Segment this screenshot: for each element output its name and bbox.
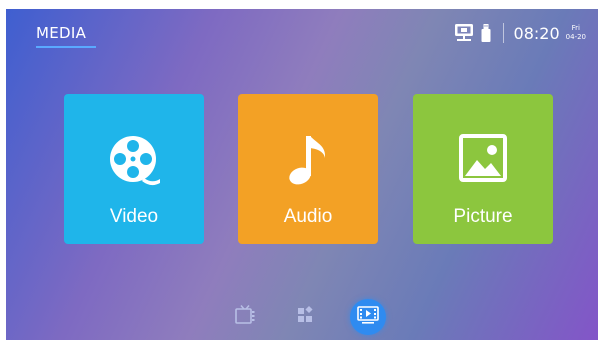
audio-tile[interactable]: Audio xyxy=(238,94,378,244)
clock-date-value: 04-20 xyxy=(565,33,586,41)
tv-icon xyxy=(234,304,256,330)
film-reel-icon xyxy=(64,132,204,188)
picture-tile[interactable]: Picture xyxy=(413,94,553,244)
image-icon xyxy=(413,132,553,188)
video-label: Video xyxy=(109,206,159,227)
video-tile[interactable]: Video xyxy=(64,94,204,244)
nav-item-tv[interactable] xyxy=(227,299,263,335)
bottom-nav xyxy=(6,299,598,339)
clock-time: 08:20 xyxy=(513,23,560,43)
status-divider xyxy=(502,23,504,43)
nav-item-media[interactable] xyxy=(350,299,386,335)
apps-icon xyxy=(296,305,316,329)
tab-underline xyxy=(36,46,96,48)
clock-day: Fri xyxy=(571,24,580,32)
picture-label: Picture xyxy=(453,206,513,227)
music-note-icon xyxy=(238,132,378,188)
status-bar: 08:20 Fri 04-20 xyxy=(454,19,586,47)
clock-date: Fri 04-20 xyxy=(566,24,586,42)
tab-media[interactable]: MEDIA xyxy=(36,24,86,42)
media-icon xyxy=(357,305,379,329)
network-icon xyxy=(454,23,474,43)
audio-label: Audio xyxy=(283,206,333,227)
usb-icon xyxy=(481,24,491,42)
media-screen: MEDIA 08:20 Fri 04-20 Video Audio Pictur… xyxy=(6,9,598,340)
nav-item-apps[interactable] xyxy=(288,299,324,335)
top-bar: MEDIA 08:20 Fri 04-20 xyxy=(6,9,598,55)
